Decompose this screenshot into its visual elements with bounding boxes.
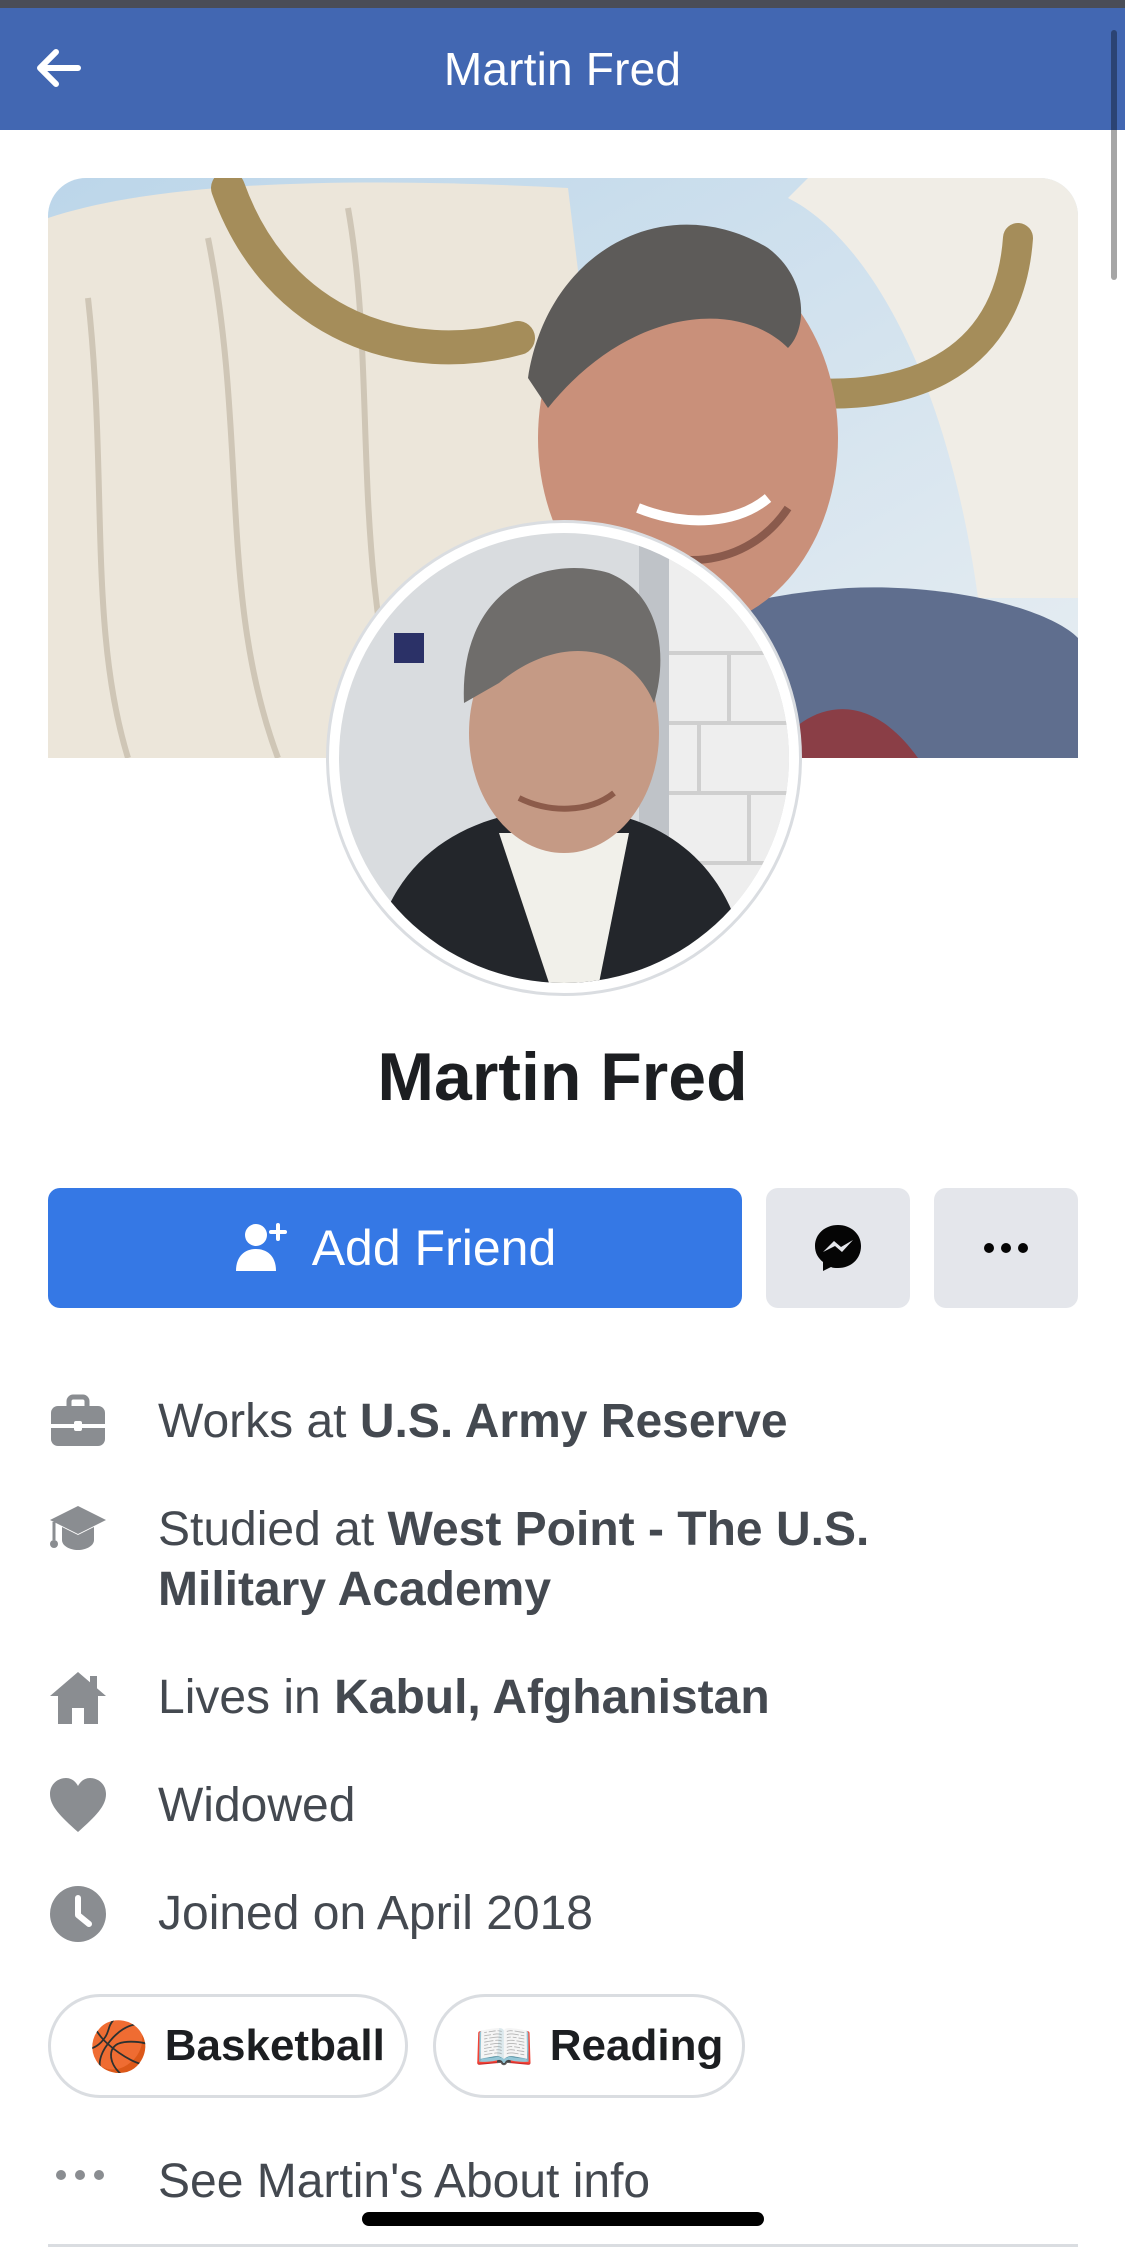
basketball-icon: 🏀	[89, 2020, 149, 2074]
profile-name: Martin Fred	[377, 1039, 748, 1115]
clock-icon	[50, 1886, 106, 1942]
see-about-info-label: See Martin's About info	[158, 2155, 651, 2208]
work-prefix: Works at	[158, 1395, 360, 1448]
status-bar-strip	[0, 0, 1125, 8]
graduation-cap-icon	[50, 1506, 106, 1550]
intro-location: Lives in Kabul, Afghanistan	[48, 1668, 1078, 1728]
study-prefix: Studied at	[158, 1503, 388, 1556]
briefcase-icon	[51, 1394, 105, 1446]
section-divider	[48, 2244, 1078, 2247]
nav-title: Martin Fred	[443, 43, 682, 95]
message-button[interactable]	[766, 1188, 910, 1308]
work-place[interactable]: U.S. Army Reserve	[360, 1395, 788, 1448]
intro-education: Studied at West Point - The U.S. Militar…	[48, 1500, 1078, 1620]
add-friend-icon	[235, 1223, 287, 1271]
hobby-label: Basketball	[164, 2021, 385, 2070]
intro-work: Works at U.S. Army Reserve	[48, 1392, 1078, 1452]
hobby-chip-reading[interactable]: 📖 Reading	[433, 1994, 745, 2098]
home-indicator[interactable]	[362, 2212, 764, 2226]
joined-date: Joined on April 2018	[158, 1887, 593, 1940]
messenger-icon	[815, 1225, 861, 1271]
more-options-button[interactable]	[934, 1188, 1078, 1308]
more-dots-icon	[984, 1243, 1028, 1253]
intro-joined: Joined on April 2018	[48, 1884, 1078, 1944]
lives-prefix: Lives in	[158, 1671, 335, 1724]
home-icon	[50, 1672, 106, 1724]
lives-place[interactable]: Kabul, Afghanistan	[334, 1671, 770, 1724]
relationship-status: Widowed	[158, 1779, 356, 1832]
top-nav-bar: Martin Fred	[0, 8, 1125, 130]
hobby-chip-basketball[interactable]: 🏀 Basketball	[48, 1994, 408, 2098]
book-icon: 📖	[474, 2020, 534, 2074]
intro-relationship: Widowed	[48, 1776, 1078, 1836]
add-friend-button[interactable]: Add Friend	[48, 1188, 742, 1308]
heart-icon	[50, 1778, 106, 1832]
add-friend-label: Add Friend	[311, 1220, 557, 1276]
hobby-label: Reading	[549, 2021, 724, 2070]
ellipsis-icon	[56, 2170, 104, 2180]
profile-picture[interactable]	[326, 520, 802, 996]
scrollbar[interactable]	[1111, 30, 1117, 280]
